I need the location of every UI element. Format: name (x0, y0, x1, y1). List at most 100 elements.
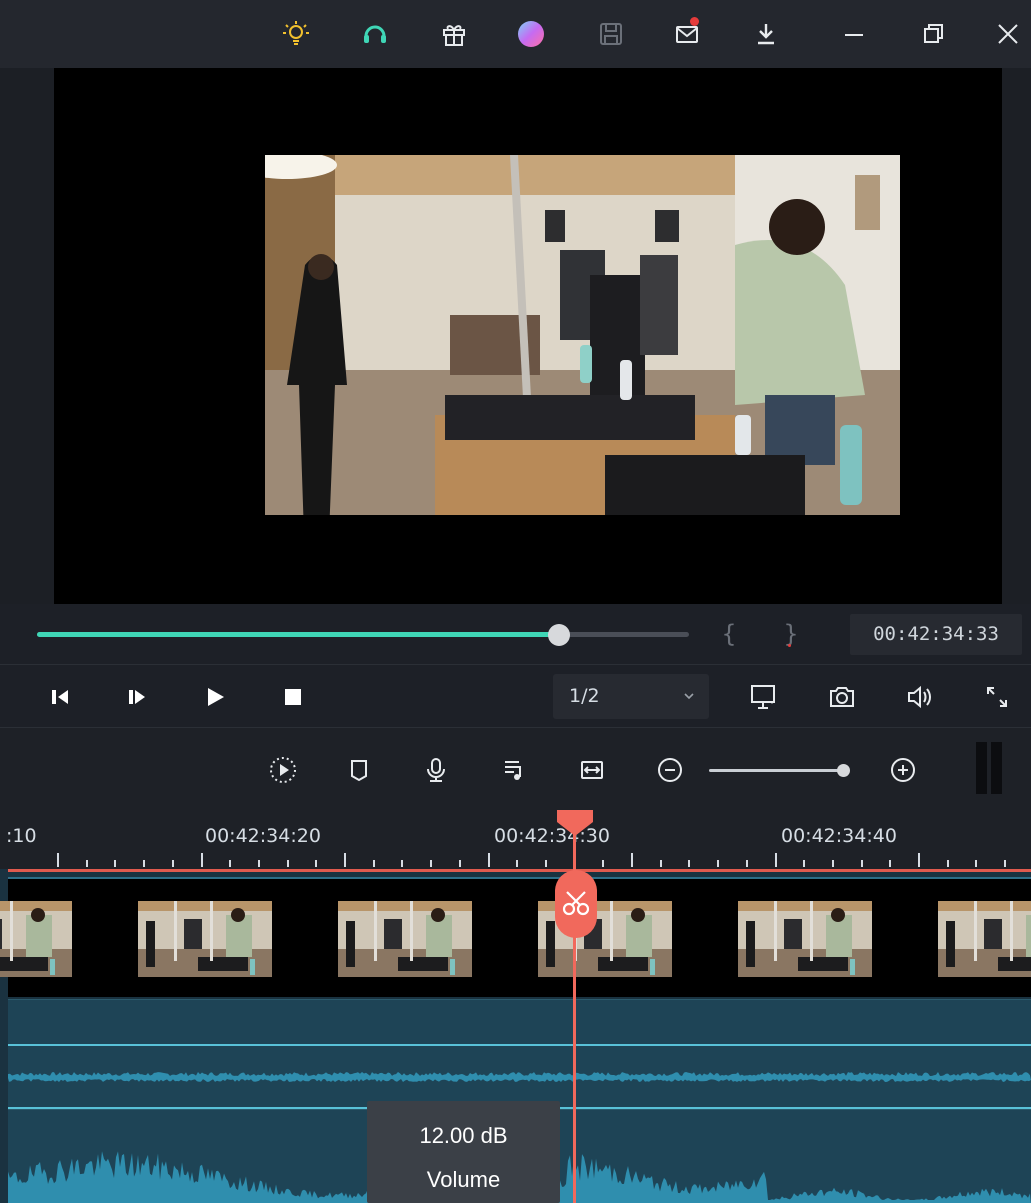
chevron-down-icon (684, 693, 694, 700)
ruler-tick (889, 860, 891, 867)
ruler-tick (516, 860, 518, 867)
volume-value: 12.00 dB (419, 1123, 508, 1148)
title-bar (0, 0, 1031, 68)
ruler-tick (57, 853, 59, 867)
playback-progress-row: { } 00:42:34:33 (0, 604, 1031, 664)
ruler-tick (688, 860, 690, 867)
next-frame-icon[interactable] (117, 677, 157, 717)
ruler-tick (746, 860, 748, 867)
progress-handle[interactable] (547, 624, 570, 646)
mark-out-button[interactable]: } (780, 618, 802, 650)
zoom-in-icon[interactable] (883, 750, 923, 790)
timeline-zoom-slider[interactable] (709, 764, 850, 777)
snapshot-icon[interactable] (822, 677, 862, 717)
ruler-tick (344, 853, 346, 867)
scissors-icon (562, 891, 590, 916)
close-icon[interactable] (988, 12, 1028, 56)
volume-line (8, 1044, 1031, 1046)
download-icon[interactable] (746, 12, 786, 56)
render-preview-icon[interactable] (263, 750, 303, 790)
ruler-tick (918, 853, 920, 867)
ruler-tick (488, 853, 490, 867)
ruler-tick (947, 860, 949, 867)
ruler-label: 00:42:34:20 (205, 825, 321, 847)
ruler-tick (172, 860, 174, 867)
minimize-icon[interactable] (834, 12, 874, 56)
account-avatar-icon[interactable] (511, 12, 551, 56)
play-icon[interactable] (195, 677, 235, 717)
mail-notification-icon[interactable] (667, 12, 707, 56)
marker-icon[interactable] (339, 750, 379, 790)
ruler-tick (545, 860, 547, 867)
ruler-tick (832, 860, 834, 867)
ruler-tick (258, 860, 260, 867)
clip-thumbnail (938, 901, 1031, 977)
ruler-tick (373, 860, 375, 867)
video-frame (265, 155, 900, 515)
panel-resize-handle[interactable] (976, 742, 1004, 794)
mark-in-button[interactable]: { (718, 618, 740, 650)
playback-speed-select[interactable]: 1/2 (553, 674, 709, 719)
headset-support-icon[interactable] (355, 12, 395, 56)
previous-frame-icon[interactable] (40, 677, 80, 717)
ruler-label: :10 (6, 825, 37, 847)
volume-label: Volume (426, 1167, 501, 1192)
audio-waveform-1 (8, 1072, 1031, 1082)
ruler-tick (401, 860, 403, 867)
zoom-slider-handle[interactable] (837, 764, 850, 777)
ruler-tick (1004, 860, 1006, 867)
ruler-tick (775, 853, 777, 867)
gift-icon[interactable] (434, 12, 474, 56)
progress-fill (37, 632, 559, 637)
preview-canvas (54, 68, 1002, 604)
playhead-handle[interactable] (557, 810, 593, 836)
mark-out-label: } (783, 620, 799, 648)
save-icon[interactable] (591, 12, 631, 56)
fullscreen-icon[interactable] (977, 677, 1017, 717)
volume-icon[interactable] (900, 677, 940, 717)
fit-timeline-icon[interactable] (572, 750, 612, 790)
playback-progress-bar[interactable] (37, 624, 689, 646)
stop-icon[interactable] (273, 677, 313, 717)
ruler-tick (287, 860, 289, 867)
current-timecode: 00:42:34:33 (850, 614, 1022, 655)
restore-icon[interactable] (914, 12, 954, 56)
ruler-tick (660, 860, 662, 867)
ruler-tick (631, 853, 633, 867)
clip-thumbnail (338, 901, 472, 977)
audio-mixer-icon[interactable] (494, 750, 534, 790)
ruler-tick (86, 860, 88, 867)
ruler-tick (975, 860, 977, 867)
ruler-tick (229, 860, 231, 867)
voiceover-icon[interactable] (416, 750, 456, 790)
player-controls: 1/2 (0, 664, 1031, 727)
clip-thumbnail (138, 901, 272, 977)
ruler-tick (201, 853, 203, 867)
ruler-tick (315, 860, 317, 867)
zoom-out-icon[interactable] (650, 750, 690, 790)
timeline-ruler[interactable]: :10 00:42:34:20 00:42:34:30 00:42:34:40 (0, 809, 1031, 869)
ruler-tick (430, 860, 432, 867)
ruler-tick (717, 860, 719, 867)
timeline-toolbar (0, 727, 1031, 809)
ruler-tick (459, 860, 461, 867)
video-track[interactable] (0, 877, 1031, 997)
work-area-bar (8, 869, 1031, 872)
audio-track-1[interactable] (8, 999, 1031, 1109)
notification-badge (690, 17, 699, 26)
volume-tooltip: 12.00 dB Volume (367, 1101, 560, 1203)
ruler-tick (861, 860, 863, 867)
ruler-tick (143, 860, 145, 867)
ruler-tick (602, 860, 604, 867)
ruler-tick (803, 860, 805, 867)
playback-speed-value: 1/2 (569, 685, 600, 707)
lightbulb-icon[interactable] (276, 12, 316, 56)
clip-thumbnail (738, 901, 872, 977)
mark-out-indicator (788, 644, 791, 647)
clip-thumbnail (0, 901, 72, 977)
ruler-tick (114, 860, 116, 867)
split-scissors-button[interactable] (555, 870, 597, 938)
display-quality-icon[interactable] (744, 677, 784, 717)
ruler-label: 00:42:34:40 (781, 825, 897, 847)
preview-panel (0, 68, 1031, 604)
